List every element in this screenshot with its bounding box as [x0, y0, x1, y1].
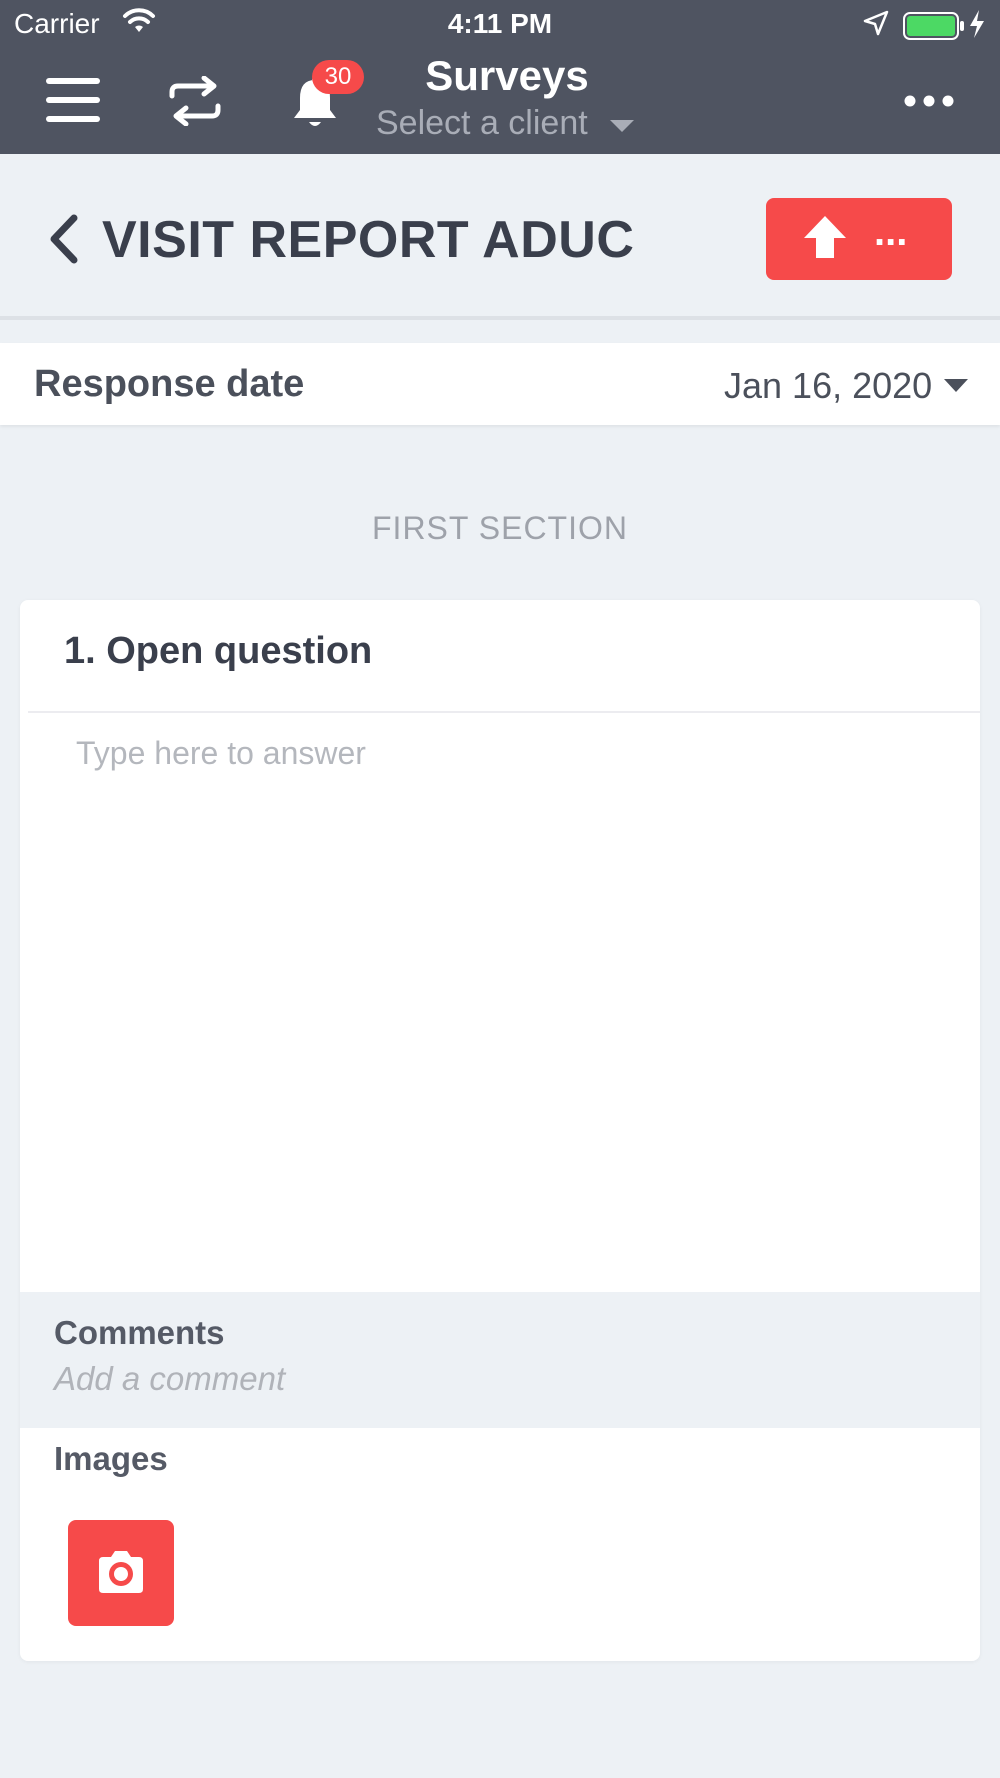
menu-icon: [46, 78, 100, 122]
upload-status-label: ...: [874, 210, 908, 254]
client-selector[interactable]: Select a client: [376, 104, 588, 143]
response-date-row[interactable]: Response date Jan 16, 2020: [0, 343, 1000, 425]
top-nav-bar: Carrier 4:11 PM 30 Surveys Select a clie…: [0, 0, 1000, 154]
upload-arrow-icon: [804, 216, 846, 258]
battery-icon: [903, 12, 965, 47]
question-card: 1. Open question Type here to answer Com…: [20, 600, 980, 1661]
back-button[interactable]: [46, 214, 80, 264]
menu-button[interactable]: [46, 78, 100, 122]
caret-down-icon[interactable]: [944, 379, 968, 392]
upload-button[interactable]: ...: [766, 198, 952, 280]
question-title: 1. Open question: [64, 630, 373, 672]
images-label: Images: [54, 1440, 168, 1477]
response-date-label: Response date: [34, 363, 305, 405]
answer-placeholder: Type here to answer: [76, 735, 366, 771]
section-title: FIRST SECTION: [372, 510, 628, 546]
camera-icon: [99, 1551, 143, 1593]
nav-title: Surveys: [425, 52, 589, 99]
charging-bolt-icon: [968, 9, 986, 46]
comments-section: Comments Add a comment: [20, 1292, 980, 1428]
page-title: VISIT REPORT ADUC: [102, 211, 635, 269]
add-image-button[interactable]: [68, 1520, 174, 1626]
comment-input[interactable]: Add a comment: [54, 1360, 285, 1398]
more-options-button[interactable]: [904, 90, 954, 112]
chevron-left-icon: [50, 214, 78, 264]
answer-textarea[interactable]: Type here to answer: [20, 713, 980, 1293]
location-arrow-icon: [863, 10, 889, 43]
chevron-down-icon[interactable]: [610, 120, 634, 132]
sync-button[interactable]: [168, 75, 222, 127]
sync-icon: [169, 75, 221, 127]
status-time: 4:11 PM: [447, 8, 553, 39]
status-bar: Carrier 4:11 PM: [0, 0, 1000, 50]
comments-label: Comments: [54, 1314, 225, 1351]
more-icon: [904, 95, 954, 107]
response-date-value[interactable]: Jan 16, 2020: [724, 365, 932, 407]
